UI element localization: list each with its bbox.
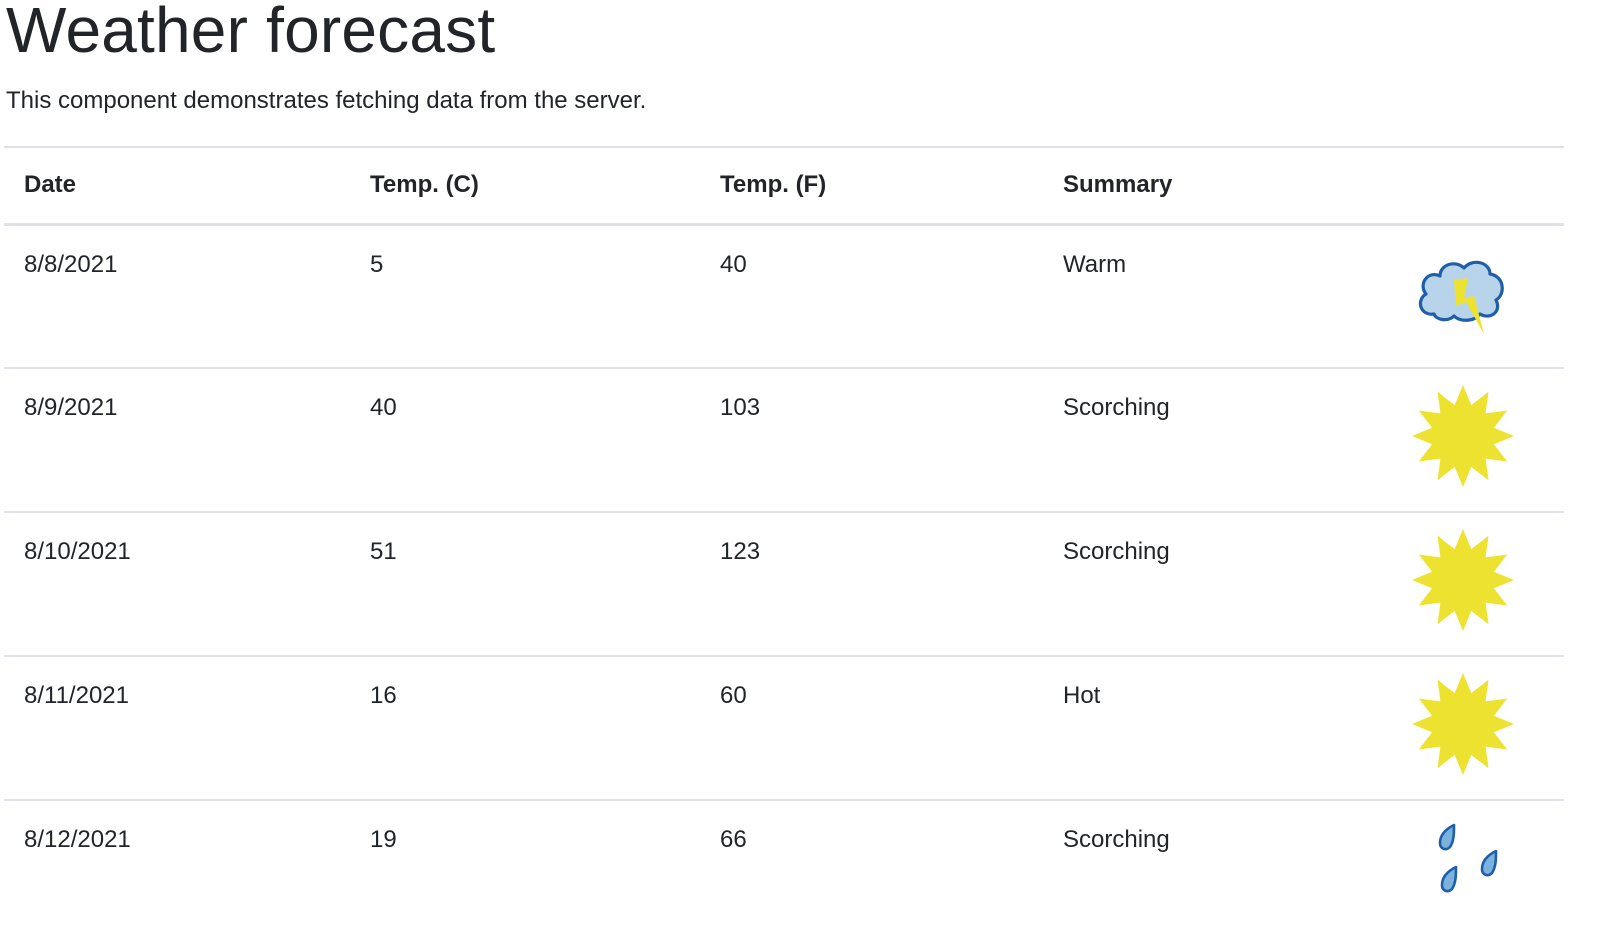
table-header-row: Date Temp. (C) Temp. (F) Summary — [4, 147, 1564, 224]
table-row: 8/12/2021 19 66 Scorching — [4, 800, 1564, 936]
cell-temp-f: 66 — [720, 826, 747, 853]
cell-temp-f: 123 — [720, 538, 761, 565]
sun-icon — [1412, 529, 1514, 631]
table-body: 8/8/2021 5 40 Warm 8/9/2021 40 103 Scorc… — [4, 224, 1564, 936]
cell-summary: Hot — [1063, 682, 1101, 709]
sun-shape — [1412, 529, 1514, 631]
cell-summary: Warm — [1063, 250, 1127, 278]
cell-date: 8/10/2021 — [24, 538, 131, 565]
cell-date: 8/12/2021 — [24, 826, 131, 853]
header-date: Date — [24, 171, 77, 199]
cell-icon — [1384, 224, 1564, 368]
cell-temp-f: 60 — [720, 682, 747, 709]
table-header: Date Temp. (C) Temp. (F) Summary — [4, 147, 1564, 224]
raindrop-shape — [1438, 823, 1456, 851]
cell-icon — [1384, 800, 1564, 936]
cell-icon — [1384, 512, 1564, 656]
page-subtitle: This component demonstrates fetching dat… — [6, 87, 647, 114]
cell-temp-c: 19 — [370, 826, 397, 853]
cell-icon — [1384, 368, 1564, 512]
header-temp-c: Temp. (C) — [370, 171, 479, 199]
sun-shape — [1412, 673, 1514, 775]
cell-icon — [1384, 656, 1564, 800]
table-row: 8/10/2021 51 123 Scorching — [4, 512, 1564, 656]
raindrop-shape — [1440, 865, 1458, 893]
header-icon — [1384, 147, 1564, 224]
cell-temp-c: 40 — [370, 394, 397, 421]
rain-icon — [1438, 823, 1498, 893]
cell-summary: Scorching — [1063, 826, 1170, 853]
table-row: 8/8/2021 5 40 Warm — [4, 224, 1564, 368]
cell-temp-f: 40 — [720, 250, 747, 278]
header-summary: Summary — [1063, 171, 1173, 199]
cell-date: 8/8/2021 — [24, 250, 118, 278]
thunderstorm-icon — [1418, 260, 1504, 334]
sun-icon — [1412, 673, 1514, 775]
sun-shape — [1412, 385, 1514, 487]
cell-temp-c: 5 — [370, 250, 384, 278]
forecast-table: Date Temp. (C) Temp. (F) Summary 8/8/202… — [4, 146, 1564, 936]
sun-icon — [1412, 385, 1514, 487]
cell-date: 8/9/2021 — [24, 394, 118, 421]
weather-page: Weather forecast This component demonstr… — [0, 0, 1601, 936]
table-row: 8/9/2021 40 103 Scorching — [4, 368, 1564, 512]
raindrop-shape — [1480, 849, 1498, 877]
cell-temp-c: 51 — [370, 538, 397, 565]
cell-temp-c: 16 — [370, 682, 397, 709]
cell-summary: Scorching — [1063, 538, 1170, 565]
header-temp-f: Temp. (F) — [720, 171, 827, 199]
cell-temp-f: 103 — [720, 394, 761, 421]
table-row: 8/11/2021 16 60 Hot — [4, 656, 1564, 800]
page-title: Weather forecast — [6, 0, 496, 66]
cell-date: 8/11/2021 — [24, 682, 129, 709]
cell-summary: Scorching — [1063, 394, 1170, 421]
